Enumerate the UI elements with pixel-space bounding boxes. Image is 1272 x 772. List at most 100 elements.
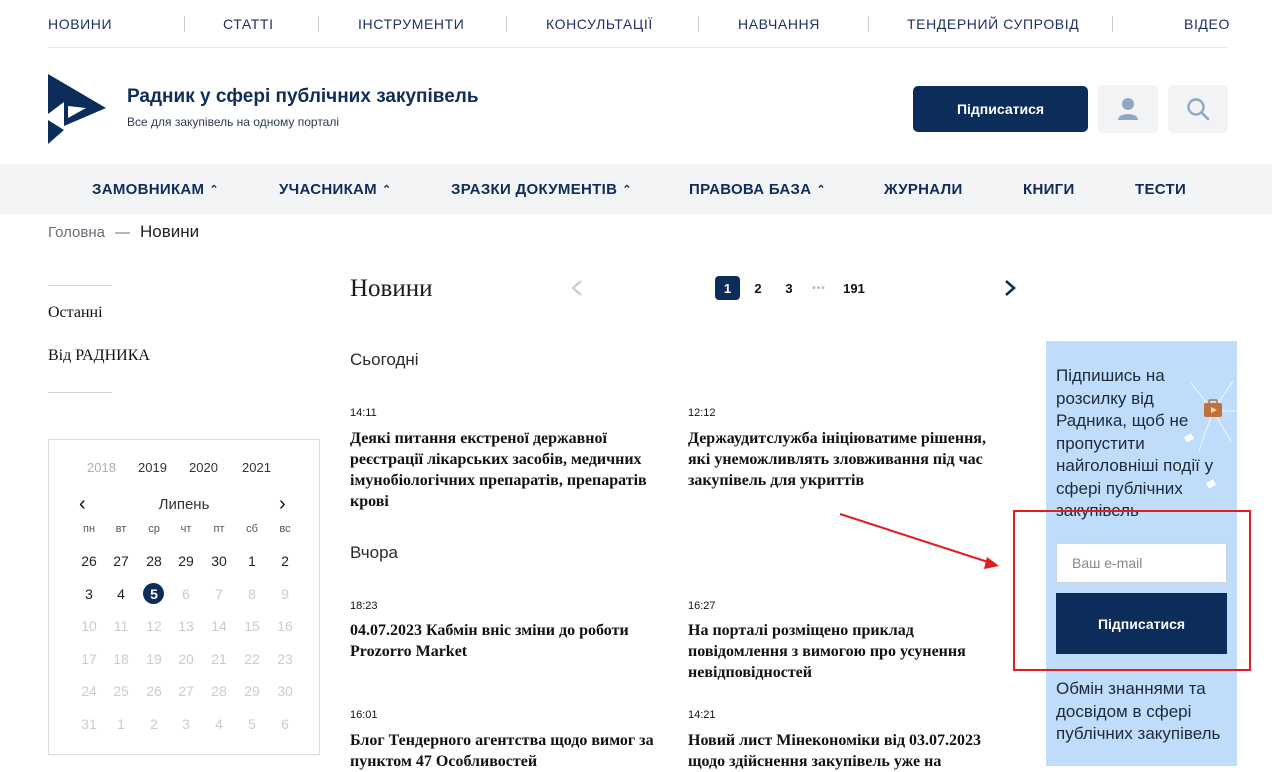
breadcrumb-separator: — <box>115 223 130 241</box>
news-headline[interactable]: Деякі питання екстреної державної реєстр… <box>350 428 670 512</box>
weekday-label: чт <box>180 523 192 535</box>
prev-page-icon[interactable] <box>570 279 584 297</box>
calendar-day[interactable]: 26 <box>74 553 104 569</box>
top-nav-articles[interactable]: СТАТТІ <box>223 16 274 32</box>
top-nav-video[interactable]: ВІДЕО <box>1184 16 1230 32</box>
year-option[interactable]: 2020 <box>189 460 218 475</box>
calendar-day[interactable]: 5 <box>139 582 169 604</box>
calendar-day: 21 <box>211 650 227 667</box>
calendar-day: 20 <box>178 650 194 667</box>
divider <box>48 392 112 393</box>
breadcrumb-home[interactable]: Головна <box>48 224 105 241</box>
promo-text-secondary: Обмін знаннями та досвідом в сфері публі… <box>1056 679 1221 743</box>
weekday-label: вт <box>115 523 127 535</box>
news-headline[interactable]: Держаудитслужба ініціюватиме рішення, як… <box>688 428 1008 491</box>
calendar-day[interactable]: 2 <box>270 553 300 569</box>
nav-divider <box>1112 15 1113 32</box>
calendar-day: 10 <box>81 618 97 635</box>
page-2[interactable]: 2 <box>750 276 766 300</box>
calendar-day: 31 <box>81 716 97 732</box>
menu-label: ПРАВОВА БАЗА <box>689 180 812 198</box>
divider <box>48 285 112 286</box>
section-today: Сьогодні <box>350 350 419 369</box>
weekday-label: вс <box>279 523 291 535</box>
calendar-day: 17 <box>81 650 97 667</box>
calendar-day[interactable]: 30 <box>204 553 234 569</box>
breadcrumb-current: Новини <box>140 222 200 241</box>
year-option[interactable]: 2018 <box>87 460 116 475</box>
top-nav-consultations[interactable]: КОНСУЛЬТАЦІЇ <box>546 16 653 32</box>
calendar-day: 16 <box>277 618 293 635</box>
menu-journals[interactable]: ЖУРНАЛИ <box>884 164 963 214</box>
calendar-day: 26 <box>146 683 162 700</box>
chevron-up-icon: ⌃ <box>816 183 826 196</box>
calendar-day[interactable]: 1 <box>237 553 267 569</box>
calendar-day: 6 <box>182 585 190 602</box>
subscribe-button[interactable]: Підписатися <box>913 86 1088 132</box>
sidebar-item-latest[interactable]: Останні <box>48 304 103 322</box>
sidebar-item-from-radnyk[interactable]: Від РАДНИКА <box>48 347 150 365</box>
menu-books[interactable]: КНИГИ <box>1023 164 1075 214</box>
news-time: 16:01 <box>350 709 378 721</box>
weekday-label: ср <box>148 523 160 535</box>
calendar-day: 28 <box>211 683 227 700</box>
calendar-day[interactable]: 3 <box>74 586 104 602</box>
breadcrumb: Головна — Новини <box>48 222 199 242</box>
calendar-day: 24 <box>81 683 97 700</box>
chevron-up-icon: ⌃ <box>381 183 392 196</box>
year-option[interactable]: 2019 <box>138 460 167 475</box>
calendar-day[interactable]: 29 <box>171 553 201 569</box>
top-nav-news[interactable]: НОВИНИ <box>48 16 112 32</box>
chevron-up-icon: ⌃ <box>622 183 632 196</box>
page-3[interactable]: 3 <box>781 276 797 300</box>
calendar-day: 29 <box>244 683 260 700</box>
nav-divider <box>184 15 185 32</box>
news-headline[interactable]: 04.07.2023 Кабмін вніс зміни до роботи P… <box>350 620 670 662</box>
site-title[interactable]: Радник у сфері публічних закупівель <box>127 86 479 108</box>
site-subtitle: Все для закупівель на одному порталі <box>127 115 340 129</box>
calendar-day: 3 <box>182 716 190 732</box>
chevron-up-icon: ⌃ <box>209 183 219 196</box>
news-time: 14:21 <box>688 709 716 721</box>
weekday-label: сб <box>246 523 258 535</box>
menu-tests[interactable]: ТЕСТИ <box>1135 164 1186 214</box>
next-month-button[interactable]: › <box>279 493 286 516</box>
page-1[interactable]: 1 <box>715 276 740 300</box>
pagination-ellipsis: ••• <box>812 282 826 294</box>
page-last[interactable]: 191 <box>842 276 866 300</box>
calendar-day: 4 <box>215 716 223 732</box>
calendar-day[interactable]: 28 <box>139 553 169 569</box>
top-nav-tender[interactable]: ТЕНДЕРНИЙ СУПРОВІД <box>907 16 1079 32</box>
main-menu: ЗАМОВНИКАМ ⌃ УЧАСНИКАМ ⌃ ЗРАЗКИ ДОКУМЕНТІВ… <box>0 164 1272 214</box>
account-button[interactable] <box>1098 85 1158 133</box>
search-button[interactable] <box>1168 85 1228 133</box>
calendar-day: 27 <box>178 683 194 700</box>
calendar: 2018 2019 2020 2021 ‹ Липень › пн вт ср чт п… <box>48 439 320 755</box>
calendar-day: 30 <box>277 683 293 700</box>
news-headline[interactable]: На порталі розміщено приклад повідомленн… <box>688 620 1008 683</box>
news-time: 18:23 <box>350 600 378 612</box>
year-option[interactable]: 2021 <box>242 460 271 475</box>
next-page-icon[interactable] <box>1003 279 1017 297</box>
menu-label: КНИГИ <box>1023 180 1075 198</box>
weekday-label: пт <box>213 523 225 535</box>
calendar-day: 13 <box>178 618 194 635</box>
calendar-day: 25 <box>113 683 129 700</box>
calendar-day: 23 <box>277 650 293 667</box>
menu-document-templates[interactable]: ЗРАЗКИ ДОКУМЕНТІВ ⌃ <box>451 164 632 214</box>
calendar-day: 14 <box>211 618 227 635</box>
news-time: 12:12 <box>688 407 716 419</box>
news-time: 16:27 <box>688 600 716 612</box>
logo-icon[interactable] <box>48 74 108 144</box>
calendar-day[interactable]: 27 <box>106 553 136 569</box>
top-nav-tools[interactable]: ІНСТРУМЕНТИ <box>358 16 464 32</box>
calendar-day-label: 5 <box>150 585 158 602</box>
calendar-day[interactable]: 4 <box>106 586 136 602</box>
menu-participants[interactable]: УЧАСНИКАМ ⌃ <box>279 164 392 214</box>
nav-divider <box>698 15 699 32</box>
menu-customers[interactable]: ЗАМОВНИКАМ ⌃ <box>92 164 219 214</box>
top-nav-training[interactable]: НАВЧАННЯ <box>738 16 820 32</box>
menu-legal-base[interactable]: ПРАВОВА БАЗА ⌃ <box>689 164 826 214</box>
search-icon <box>1187 98 1210 121</box>
calendar-day: 19 <box>146 650 162 667</box>
